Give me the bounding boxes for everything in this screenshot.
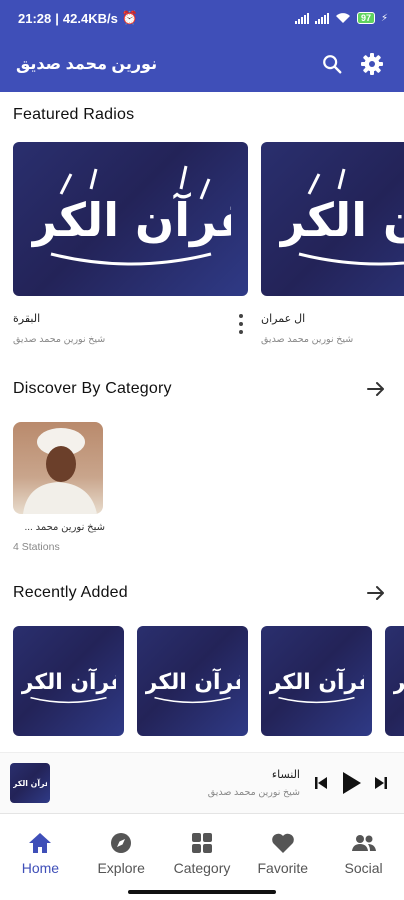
featured-card-subtitle: شيخ نورين محمد صديق bbox=[261, 334, 354, 345]
app-title: نورين محمد صديق bbox=[16, 56, 158, 73]
recent-section-title: Recently Added bbox=[13, 584, 128, 601]
previous-button[interactable] bbox=[308, 763, 334, 803]
featured-card[interactable]: القرآن الكريم البقرة شيخ نورين محمد صديق bbox=[13, 142, 248, 352]
settings-button[interactable] bbox=[352, 44, 392, 84]
nav-category[interactable]: Category bbox=[162, 814, 243, 900]
player-artwork: القرآن الكريم bbox=[10, 763, 50, 803]
recent-see-all-button[interactable] bbox=[362, 579, 390, 607]
play-icon bbox=[343, 772, 361, 794]
status-bar: 21:28 | 42.4KB/s ⏰ 97 ⚡ bbox=[0, 0, 404, 36]
wifi-icon bbox=[335, 13, 350, 23]
svg-text:القرآن الكريم: القرآن الكريم bbox=[31, 192, 231, 247]
nav-home-label: Home bbox=[21, 860, 60, 876]
skip-next-icon bbox=[375, 777, 387, 789]
featured-card-subtitle: شيخ نورين محمد صديق bbox=[13, 334, 106, 345]
gear-icon bbox=[361, 53, 383, 75]
nav-favorite[interactable]: Favorite bbox=[242, 814, 323, 900]
gesture-bar[interactable] bbox=[128, 890, 276, 894]
svg-text:القرآن الكريم: القرآن الكريم bbox=[269, 667, 364, 695]
signal-icon bbox=[314, 12, 329, 24]
quran-artwork: القرآن الكريم bbox=[13, 142, 248, 296]
recent-item[interactable]: القرآن الكريم bbox=[261, 626, 372, 736]
home-icon bbox=[29, 833, 52, 853]
category-see-all-button[interactable] bbox=[362, 375, 390, 403]
reciter-photo bbox=[13, 422, 103, 514]
featured-card-title: البقرة bbox=[13, 313, 41, 325]
nav-category-label: Category bbox=[173, 860, 231, 876]
arrow-right-icon bbox=[367, 382, 384, 396]
bottom-navigation: Home Explore Category Favorite Social bbox=[0, 814, 404, 900]
player-track-title: النساء bbox=[271, 769, 300, 781]
app-bar: نورين محمد صديق bbox=[0, 36, 404, 92]
featured-list[interactable]: القرآن الكريم البقرة شيخ نورين محمد صديق… bbox=[13, 142, 404, 352]
featured-card[interactable]: القرآن الكريم ال عمران شيخ نورين محمد صد… bbox=[261, 142, 404, 352]
arrow-right-icon bbox=[367, 586, 384, 600]
player-track-subtitle: شيخ نورين محمد صديق bbox=[207, 787, 300, 798]
charging-icon: ⚡ bbox=[380, 12, 388, 24]
nav-home[interactable]: Home bbox=[0, 814, 81, 900]
category-card[interactable]: شيخ نورين محمد ... 4 Stations bbox=[13, 422, 105, 553]
svg-text:القرآن الكريم: القرآن الكريم bbox=[279, 192, 404, 247]
mini-player[interactable]: القرآن الكريم النساء شيخ نورين محمد صديق bbox=[0, 752, 404, 814]
recent-item[interactable]: القرآن الكريم bbox=[13, 626, 124, 736]
featured-card-title: ال عمران bbox=[261, 313, 306, 325]
recent-list[interactable]: القرآن الكريم القرآن الكريم القرآن الكري… bbox=[13, 626, 404, 736]
featured-section-title: Featured Radios bbox=[13, 106, 135, 123]
people-icon bbox=[351, 835, 376, 851]
skip-previous-icon bbox=[315, 777, 327, 789]
svg-text:القرآن الكريم: القرآن الكريم bbox=[145, 667, 240, 695]
category-name: شيخ نورين محمد ... bbox=[24, 522, 105, 533]
category-station-count: 4 Stations bbox=[13, 541, 60, 553]
svg-text:القرآن الكريم: القرآن الكريم bbox=[21, 667, 116, 695]
home-content[interactable]: Featured Radios القرآن الكريم البقرة شيخ… bbox=[0, 92, 404, 752]
heart-icon bbox=[271, 833, 294, 853]
grid-icon bbox=[191, 833, 212, 853]
category-section-title: Discover By Category bbox=[13, 380, 172, 397]
compass-icon bbox=[111, 833, 132, 853]
svg-text:القرآن الكريم: القرآن الكريم bbox=[13, 778, 47, 788]
quran-artwork: القرآن الكريم bbox=[261, 142, 404, 296]
recent-item[interactable]: القرآن الكريم bbox=[137, 626, 248, 736]
next-button[interactable] bbox=[368, 763, 394, 803]
alarm-icon: ⏰ bbox=[121, 10, 138, 25]
nav-social-label: Social bbox=[344, 860, 383, 876]
signal-icon bbox=[294, 12, 309, 24]
recent-item[interactable]: القرآن الكريم bbox=[385, 626, 404, 736]
svg-text:القرآن الكريم: القرآن الكريم bbox=[393, 667, 404, 695]
status-time: 21:28 bbox=[18, 10, 52, 26]
nav-favorite-label: Favorite bbox=[257, 860, 309, 876]
search-button[interactable] bbox=[312, 44, 352, 84]
more-options-icon[interactable] bbox=[236, 314, 246, 334]
status-network-speed: 42.4KB/s bbox=[62, 10, 118, 26]
nav-explore[interactable]: Explore bbox=[81, 814, 162, 900]
search-icon bbox=[323, 55, 342, 74]
battery-icon: 97 bbox=[356, 12, 375, 24]
nav-social[interactable]: Social bbox=[323, 814, 404, 900]
play-button[interactable] bbox=[334, 763, 368, 803]
nav-explore-label: Explore bbox=[97, 860, 145, 876]
